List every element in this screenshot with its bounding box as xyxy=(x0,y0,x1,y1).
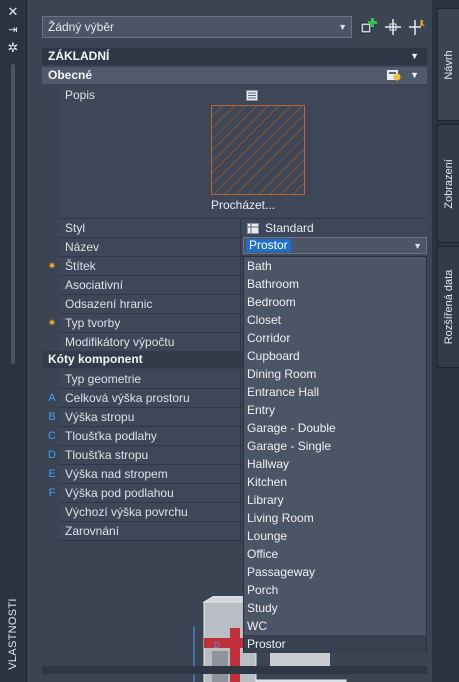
text-edit-icon[interactable] xyxy=(246,90,258,101)
add-selected-icon[interactable] xyxy=(358,17,378,37)
dropdown-option[interactable]: Entry xyxy=(244,401,426,419)
close-icon[interactable]: ✕ xyxy=(6,5,20,19)
property-label: Štítek xyxy=(65,259,96,273)
tab-design[interactable]: Návrh xyxy=(437,8,459,121)
tab-extended-data-label: Rozšířená data xyxy=(442,269,455,345)
property-value: Standard xyxy=(265,221,314,235)
selection-dropdown[interactable]: Žádný výběr ▼ xyxy=(42,16,352,38)
dropdown-option[interactable]: Bath xyxy=(244,257,426,275)
dropdown-option[interactable]: WC xyxy=(244,617,426,635)
dropdown-option[interactable]: Prostor xyxy=(244,635,426,653)
dropdown-option[interactable]: Hallway xyxy=(244,455,426,473)
dropdown-option[interactable]: Corridor xyxy=(244,329,426,347)
dropdown-option[interactable]: Library xyxy=(244,491,426,509)
style-icon xyxy=(247,223,259,234)
dropdown-option[interactable]: Bedroom xyxy=(244,293,426,311)
horizontal-scrollbar[interactable] xyxy=(42,666,427,674)
property-label: Odsazení hranic xyxy=(65,297,153,311)
tab-extended-data[interactable]: Rozšířená data xyxy=(437,246,459,368)
property-label: Výška stropu xyxy=(65,410,135,424)
dropdown-option[interactable]: Entrance Hall xyxy=(244,383,426,401)
tab-design-label: Návrh xyxy=(442,49,455,80)
chevron-down-icon[interactable]: ▼ xyxy=(413,238,422,254)
section-general-title: Obecné xyxy=(48,68,93,82)
dropdown-option[interactable]: Lounge xyxy=(244,527,426,545)
side-tabs: Návrh Zobrazení Rozšířená data xyxy=(432,0,459,682)
browse-link[interactable]: Procházet... xyxy=(59,198,427,212)
properties-panel: Žádný výběr ▼ ZÁKLADNÍ ▼ Obecné ▼ Popis … xyxy=(27,0,432,682)
property-label: Zarovnání xyxy=(65,524,120,538)
dropdown-option[interactable]: Office xyxy=(244,545,426,563)
svg-text:D: D xyxy=(214,641,220,650)
palette-title-bar: ✕ ⇥ ✲ VLASTNOSTI xyxy=(0,0,27,682)
required-icon: ✷ xyxy=(47,318,57,329)
property-label: Výška pod podlahou xyxy=(65,486,174,500)
required-icon: ✷ xyxy=(47,261,57,272)
name-dropdown-list[interactable]: Bath Bathroom Bedroom Closet Corridor Cupboar… xyxy=(243,256,427,653)
style-preview: Procházet... xyxy=(59,103,427,219)
chevron-down-icon: ▼ xyxy=(338,22,347,32)
section-basic[interactable]: ZÁKLADNÍ ▼ xyxy=(42,48,427,65)
dimension-marker: F xyxy=(48,487,56,499)
property-row-style[interactable]: Styl Standard xyxy=(59,219,427,238)
property-label: Asociativní xyxy=(65,278,124,292)
hatch-preview-image xyxy=(211,105,305,195)
section-basic-title: ZÁKLADNÍ xyxy=(48,49,110,63)
property-label: Typ tvorby xyxy=(65,316,121,330)
dropdown-option[interactable]: Garage - Double xyxy=(244,419,426,437)
select-objects-icon[interactable] xyxy=(408,17,428,37)
property-label: Typ geometrie xyxy=(65,372,142,386)
property-label: Celková výška prostoru xyxy=(65,391,190,405)
chevron-down-icon[interactable]: ▼ xyxy=(410,67,419,84)
property-label: Modifikátory výpočtu xyxy=(65,335,175,349)
dimension-marker: B xyxy=(48,411,56,423)
property-label: Tloušťka stropu xyxy=(65,448,149,462)
dimension-marker: C xyxy=(48,430,56,442)
dropdown-option[interactable]: Dining Room xyxy=(244,365,426,383)
tab-display[interactable]: Zobrazení xyxy=(437,124,459,243)
dropdown-option[interactable]: Cupboard xyxy=(244,347,426,365)
selection-value: Žádný výběr xyxy=(48,20,115,34)
dimension-marker: E xyxy=(48,468,56,480)
dropdown-option[interactable]: Closet xyxy=(244,311,426,329)
dropdown-option[interactable]: Bathroom xyxy=(244,275,426,293)
dropdown-option[interactable]: Garage - Single xyxy=(244,437,426,455)
edit-style-icon[interactable] xyxy=(386,68,401,82)
dropdown-option[interactable]: Kitchen xyxy=(244,473,426,491)
chevron-down-icon[interactable]: ▼ xyxy=(410,48,419,65)
section-dims-title: Kóty komponent xyxy=(48,352,143,366)
dimension-marker: D xyxy=(48,449,56,461)
palette-grip[interactable] xyxy=(11,64,15,364)
tab-display-label: Zobrazení xyxy=(442,158,455,209)
property-label: Styl xyxy=(65,221,86,235)
settings-icon[interactable]: ✲ xyxy=(6,41,20,55)
section-general[interactable]: Obecné ▼ xyxy=(42,67,427,84)
property-label: Tloušťka podlahy xyxy=(65,429,157,443)
toolbar: Žádný výběr ▼ xyxy=(27,0,432,44)
dropdown-option[interactable]: Study xyxy=(244,599,426,617)
palette-title: VLASTNOSTI xyxy=(7,598,19,670)
property-label: Výchozí výška povrchu xyxy=(65,505,188,519)
name-value[interactable]: Prostor xyxy=(246,239,291,252)
name-combobox[interactable]: Prostor ▼ xyxy=(243,237,427,254)
autohide-icon[interactable]: ⇥ xyxy=(6,23,20,37)
dropdown-option[interactable]: Living Room xyxy=(244,509,426,527)
property-label: Název xyxy=(65,240,100,254)
quick-select-icon[interactable] xyxy=(383,17,403,37)
dimension-marker: A xyxy=(48,392,56,404)
property-label: Výška nad stropem xyxy=(65,467,168,481)
dropdown-option[interactable]: Porch xyxy=(244,581,426,599)
dropdown-option[interactable]: Passageway xyxy=(244,563,426,581)
